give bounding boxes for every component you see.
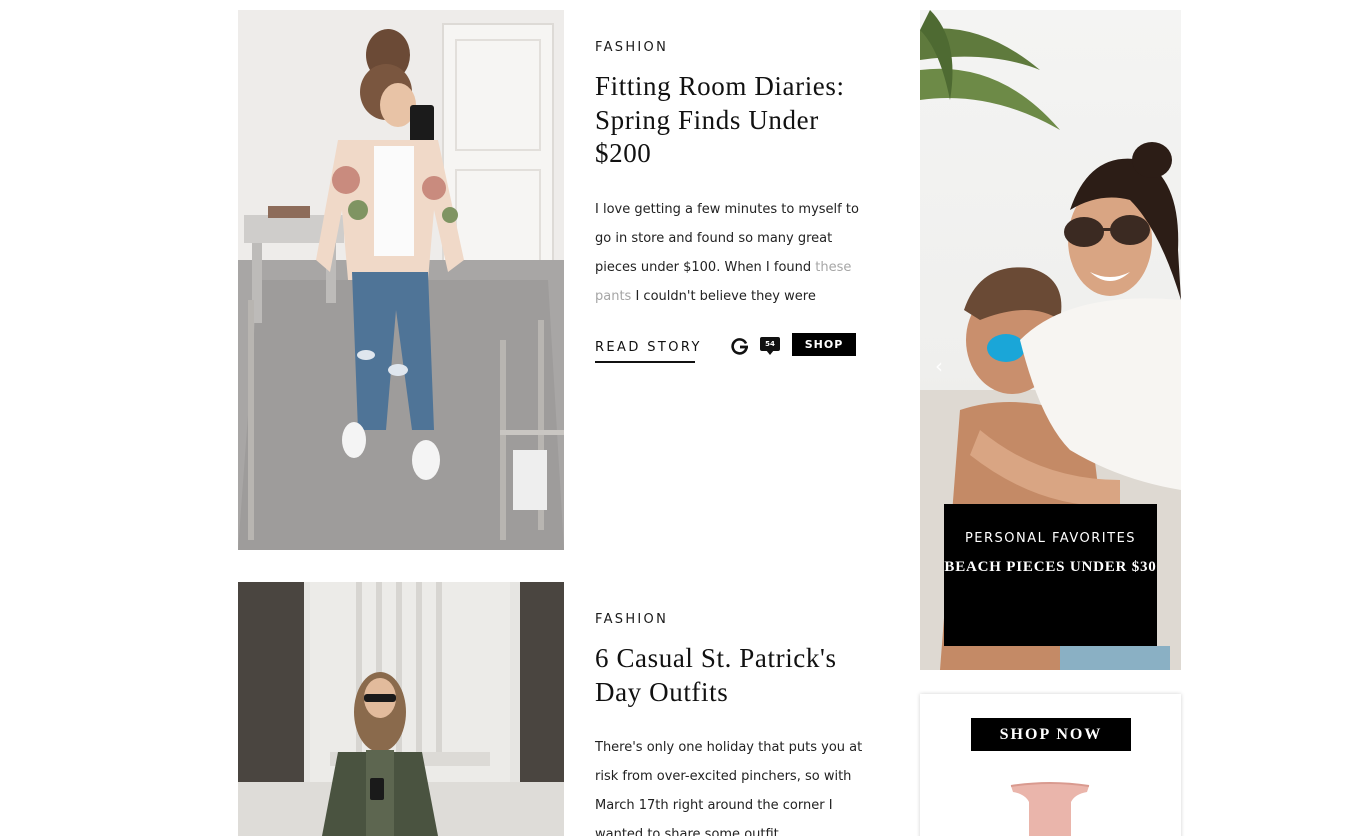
post-image-st-patricks[interactable] <box>238 582 564 836</box>
post-category[interactable]: FASHION <box>595 40 863 56</box>
shop-now-widget: SHOP NOW <box>920 694 1181 836</box>
post-excerpt: There's only one holiday that puts you a… <box>595 740 863 836</box>
post-category[interactable]: FASHION <box>595 612 863 628</box>
carousel-prev-arrow[interactable]: ‹ <box>928 354 950 378</box>
st-patricks-outfit-photo <box>238 582 564 836</box>
shop-now-button[interactable]: SHOP NOW <box>971 718 1131 751</box>
pink-off-shoulder-top-image[interactable] <box>1005 778 1095 836</box>
shop-button[interactable]: SHOP <box>792 333 856 356</box>
post-title[interactable]: Fitting Room Diaries: Spring Finds Under… <box>595 70 863 171</box>
blog-page: FASHION Fitting Room Diaries: Spring Fin… <box>0 0 1360 836</box>
read-story-link[interactable]: READ STORY <box>595 340 699 363</box>
comment-count: 54 <box>760 337 780 351</box>
post-fitting-room-diaries: FASHION Fitting Room Diaries: Spring Fin… <box>595 40 863 363</box>
excerpt-text-end: I couldn't believe they were <box>631 288 816 304</box>
post-excerpt: I love getting a few minutes to myself t… <box>595 195 863 311</box>
comment-count-icon[interactable]: 54 <box>760 337 780 357</box>
fitting-room-photo <box>238 10 564 550</box>
post-st-patricks-outfits: FASHION 6 Casual St. Patrick's Day Outfi… <box>595 612 863 836</box>
post-actions: READ STORY 54 SHOP <box>595 333 857 367</box>
comment-bubble-tail <box>766 350 774 355</box>
sidebar-promo-carousel[interactable]: ‹ PERSONAL FAVORITES BEACH PIECES UNDER … <box>920 10 1181 670</box>
post-title[interactable]: 6 Casual St. Patrick's Day Outfits <box>595 642 863 709</box>
promo-caption-box[interactable]: PERSONAL FAVORITES BEACH PIECES UNDER $3… <box>944 504 1157 646</box>
google-plus-share-icon[interactable] <box>731 337 749 355</box>
promo-headline: BEACH PIECES UNDER $30 <box>944 559 1157 575</box>
post-image-fitting-room[interactable] <box>238 10 564 550</box>
promo-kicker: PERSONAL FAVORITES <box>964 531 1137 546</box>
